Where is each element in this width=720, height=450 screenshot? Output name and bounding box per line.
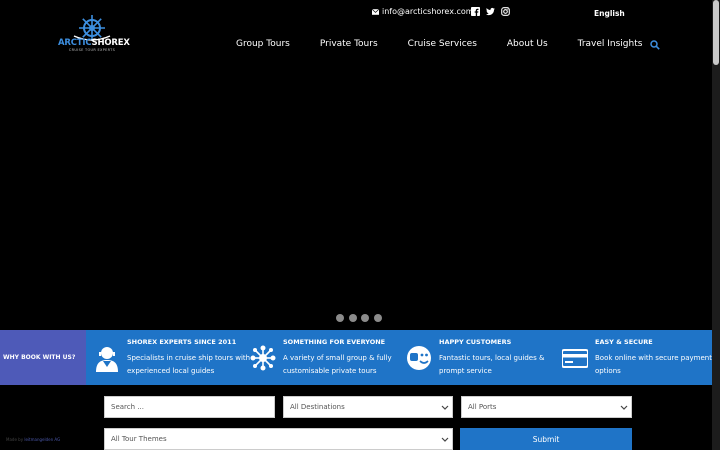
- social-links: [471, 7, 510, 16]
- scrollbar-thumb[interactable]: [713, 0, 719, 65]
- logo-tagline: CRUISE TOUR EXPERTS: [68, 48, 116, 52]
- search-placeholder: Search ...: [111, 403, 144, 411]
- feature-desc: A variety of small group & fully customi…: [283, 354, 392, 375]
- features-band: WHY BOOK WITH US? SHOREX EXPERTS SINCE 2…: [0, 330, 712, 385]
- feature-desc: Fantastic tours, local guides & prompt s…: [439, 354, 545, 375]
- feature-title: SOMETHING FOR EVERYONE: [283, 338, 386, 346]
- nav-cruise-services[interactable]: Cruise Services: [408, 39, 477, 49]
- credit-card-icon: [562, 349, 588, 368]
- why-book-label: WHY BOOK WITH US?: [0, 330, 86, 385]
- logo-word-arctic: ARCTIC: [58, 38, 92, 48]
- email-link[interactable]: info@arcticshorex.com: [372, 7, 474, 16]
- logo-word-shorex: SHOREX: [91, 38, 130, 48]
- language-selector[interactable]: English: [594, 9, 625, 18]
- twitter-icon[interactable]: [486, 7, 495, 16]
- envelope-icon: [372, 8, 379, 15]
- logo[interactable]: ARCTICSHOREX CRUISE TOUR EXPERTS: [58, 14, 130, 54]
- happy-face-icon: [407, 346, 431, 370]
- nav-travel-insights[interactable]: Travel Insights: [578, 39, 643, 49]
- feature-title: SHOREX EXPERTS SINCE 2011: [127, 338, 237, 346]
- nav-about-us[interactable]: About Us: [507, 39, 548, 49]
- main-nav: Group Tours Private Tours Cruise Service…: [236, 39, 642, 49]
- chevron-down-icon: [441, 405, 449, 410]
- submit-button[interactable]: Submit: [460, 428, 632, 450]
- chevron-down-icon: [441, 437, 449, 442]
- email-text: info@arcticshorex.com: [382, 7, 474, 16]
- tour-themes-select[interactable]: All Tour Themes: [104, 428, 453, 450]
- nav-group-tours[interactable]: Group Tours: [236, 39, 290, 49]
- destinations-select[interactable]: All Destinations: [283, 396, 453, 418]
- feature-desc: Book online with secure payment options: [595, 354, 712, 375]
- nav-private-tours[interactable]: Private Tours: [320, 39, 378, 49]
- slider-dot-2[interactable]: [348, 314, 357, 322]
- search-icon[interactable]: [650, 40, 660, 50]
- feature-desc: Specialists in cruise ship tours with ex…: [127, 354, 251, 375]
- destinations-value: All Destinations: [290, 403, 345, 411]
- slider-pagination: [336, 314, 382, 322]
- logo-text: ARCTICSHOREX: [58, 38, 130, 48]
- search-input[interactable]: Search ...: [104, 396, 275, 418]
- ports-value: All Ports: [468, 403, 497, 411]
- guide-icon: [96, 347, 118, 372]
- credit-link[interactable]: leitmangelden AG: [24, 437, 60, 442]
- themes-value: All Tour Themes: [111, 435, 167, 443]
- slider-dot-1[interactable]: [336, 314, 344, 322]
- footer-credit: Made by leitmangelden AG: [6, 437, 60, 442]
- feature-title: EASY & SECURE: [595, 338, 653, 346]
- credit-prefix: Made by: [6, 437, 24, 442]
- instagram-icon[interactable]: [501, 7, 510, 16]
- ports-select[interactable]: All Ports: [461, 396, 632, 418]
- feature-title: HAPPY CUSTOMERS: [439, 338, 512, 346]
- facebook-icon[interactable]: [471, 7, 480, 16]
- slider-dot-3[interactable]: [361, 314, 369, 322]
- slider-dot-4[interactable]: [373, 314, 382, 322]
- network-icon: [250, 345, 276, 371]
- chevron-down-icon: [620, 405, 628, 410]
- scrollbar-track[interactable]: [712, 0, 720, 450]
